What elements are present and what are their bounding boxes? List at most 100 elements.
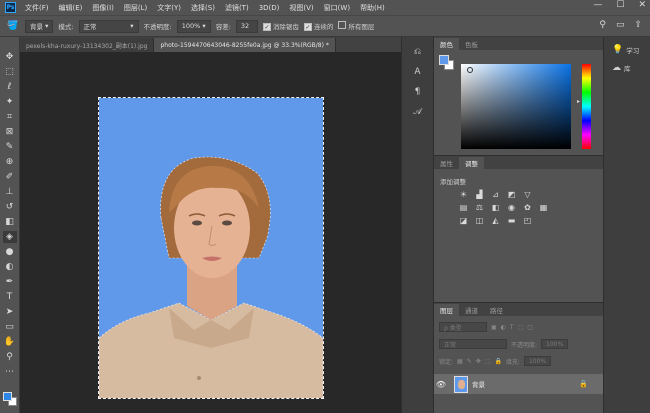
paragraph-panel-icon[interactable]: ¶ bbox=[411, 85, 425, 99]
menu-help[interactable]: 帮助(H) bbox=[355, 3, 390, 13]
frame-tool-icon[interactable]: ⊠ bbox=[3, 126, 17, 138]
menu-3d[interactable]: 3D(D) bbox=[254, 4, 285, 12]
contiguous-checkbox[interactable]: ✓ 连续的 bbox=[303, 21, 333, 32]
foreground-color-mini[interactable] bbox=[439, 55, 449, 65]
layer-opacity-field[interactable]: 100% bbox=[541, 339, 569, 349]
rectangle-tool-icon[interactable]: ▭ bbox=[3, 321, 17, 333]
learn-button[interactable]: 💡 学习 bbox=[604, 37, 650, 55]
color-picker-field[interactable] bbox=[461, 64, 571, 149]
menu-filter[interactable]: 滤镜(T) bbox=[220, 3, 254, 13]
hue-saturation-icon[interactable]: ▤ bbox=[458, 202, 469, 212]
zoom-tool-icon[interactable]: ⚲ bbox=[3, 351, 17, 363]
brush-tool-icon[interactable]: ✐ bbox=[3, 171, 17, 183]
lock-move-icon[interactable]: ✥ bbox=[476, 358, 481, 365]
search-icon[interactable]: ⚲ bbox=[599, 20, 606, 30]
marquee-tool-icon[interactable]: ⬚ bbox=[3, 66, 17, 78]
menu-view[interactable]: 视图(V) bbox=[284, 3, 318, 13]
blur-tool-icon[interactable]: ● bbox=[3, 246, 17, 258]
eye-icon[interactable]: 👁 bbox=[434, 380, 448, 389]
opacity-field[interactable]: 100% ▾ bbox=[176, 19, 211, 33]
hue-slider[interactable] bbox=[582, 64, 591, 149]
magic-wand-icon[interactable]: ✦ bbox=[3, 96, 17, 108]
photo-filter-icon[interactable]: ◉ bbox=[506, 202, 517, 212]
tab-swatches[interactable]: 色板 bbox=[459, 38, 484, 50]
filter-type-icon[interactable]: T bbox=[510, 324, 514, 331]
vibrance-icon[interactable]: ▽ bbox=[522, 189, 533, 199]
selective-color-icon[interactable]: ◰ bbox=[522, 215, 533, 225]
blend-mode-select[interactable]: 正常 bbox=[439, 339, 507, 349]
tolerance-field[interactable]: 32 bbox=[235, 19, 258, 33]
tab-paths[interactable]: 路径 bbox=[484, 304, 509, 316]
menu-file[interactable]: 文件(F) bbox=[20, 3, 54, 13]
curves-icon[interactable]: ⊿ bbox=[490, 189, 501, 199]
pen-tool-icon[interactable]: ✒ bbox=[3, 276, 17, 288]
hand-tool-icon[interactable]: ✋ bbox=[3, 336, 17, 348]
menu-image[interactable]: 图像(I) bbox=[87, 3, 119, 13]
exposure-icon[interactable]: ◩ bbox=[506, 189, 517, 199]
path-select-icon[interactable]: ➤ bbox=[3, 306, 17, 318]
posterize-icon[interactable]: ◫ bbox=[474, 215, 485, 225]
move-tool-icon[interactable]: ✥ bbox=[3, 51, 17, 63]
tab-color[interactable]: 颜色 bbox=[434, 38, 459, 50]
fill-field[interactable]: 100% bbox=[523, 356, 552, 366]
levels-icon[interactable]: ▟ bbox=[474, 189, 485, 199]
history-brush-icon[interactable]: ↺ bbox=[3, 201, 17, 213]
antialias-checkbox[interactable]: ✓ 消除锯齿 bbox=[262, 21, 299, 32]
layer-kind-filter[interactable]: ρ 类型 bbox=[439, 322, 487, 332]
color-balance-icon[interactable]: ⚖ bbox=[474, 202, 485, 212]
healing-brush-icon[interactable]: ⊕ bbox=[3, 156, 17, 168]
filter-pixel-icon[interactable]: ▣ bbox=[491, 324, 497, 331]
menu-type[interactable]: 文字(Y) bbox=[152, 3, 186, 13]
glyphs-panel-icon[interactable]: 𝒜 bbox=[411, 105, 425, 119]
filter-shape-icon[interactable]: ⬚ bbox=[518, 324, 524, 331]
menu-select[interactable]: 选择(S) bbox=[186, 3, 220, 13]
filter-smart-icon[interactable]: ▢ bbox=[527, 324, 533, 331]
menu-edit[interactable]: 编辑(E) bbox=[54, 3, 88, 13]
layer-name[interactable]: 背景 bbox=[472, 379, 485, 389]
tab-adjustments[interactable]: 调整 bbox=[459, 157, 484, 169]
character-panel-icon[interactable]: A bbox=[411, 65, 425, 79]
lasso-tool-icon[interactable]: ℓ bbox=[3, 81, 17, 93]
more-tools-icon[interactable]: ⋯ bbox=[3, 366, 17, 378]
paint-bucket-icon[interactable]: 🪣 bbox=[6, 20, 20, 32]
minimize-button[interactable]: — bbox=[593, 0, 602, 10]
tab-channels[interactable]: 通道 bbox=[459, 304, 484, 316]
threshold-icon[interactable]: ◭ bbox=[490, 215, 501, 225]
maximize-button[interactable]: ☐ bbox=[616, 0, 624, 10]
close-button[interactable]: ✕ bbox=[638, 0, 646, 10]
share-icon[interactable]: ⇪ bbox=[634, 20, 642, 30]
color-picker-cursor[interactable] bbox=[467, 67, 473, 73]
type-tool-icon[interactable]: T bbox=[3, 291, 17, 303]
lock-artboard-icon[interactable]: ⬚ bbox=[485, 358, 491, 365]
menu-layer[interactable]: 图层(L) bbox=[119, 3, 152, 13]
sample-select[interactable]: 背景 ▾ bbox=[25, 19, 54, 33]
mode-select[interactable]: 正常 ▾ bbox=[78, 19, 139, 33]
invert-icon[interactable]: ◪ bbox=[458, 215, 469, 225]
lock-brush-icon[interactable]: ✎ bbox=[467, 358, 472, 365]
paint-bucket-tool-icon[interactable]: ◈ bbox=[2, 231, 17, 243]
gradient-map-icon[interactable]: ▬ bbox=[506, 215, 517, 225]
libraries-button[interactable]: ☁ 库 bbox=[604, 55, 650, 73]
layer-row[interactable]: 👁 背景 🔒 bbox=[434, 374, 604, 394]
document-tab-active[interactable]: photo-1594470643046-8255fe0a.jpg @ 33.3%… bbox=[154, 38, 336, 52]
filter-adjust-icon[interactable]: ◐ bbox=[501, 324, 506, 331]
workspace-icon[interactable]: ▭ bbox=[616, 20, 625, 30]
channel-mixer-icon[interactable]: ✿ bbox=[522, 202, 533, 212]
tab-properties[interactable]: 属性 bbox=[434, 157, 459, 169]
dodge-tool-icon[interactable]: ◐ bbox=[3, 261, 17, 273]
black-white-icon[interactable]: ◧ bbox=[490, 202, 501, 212]
crop-tool-icon[interactable]: ⌗ bbox=[3, 111, 17, 123]
lock-all-icon[interactable]: 🔒 bbox=[494, 358, 501, 365]
tab-layers[interactable]: 图层 bbox=[434, 304, 459, 316]
all-layers-checkbox[interactable]: 所有图层 bbox=[338, 21, 374, 31]
document-image[interactable] bbox=[98, 97, 324, 399]
eyedropper-icon[interactable]: ✎ bbox=[3, 141, 17, 153]
color-lookup-icon[interactable]: ▦ bbox=[538, 202, 549, 212]
document-tab[interactable]: pexels-kha-ruxury-13134302_副本(1).jpg bbox=[20, 38, 155, 52]
brightness-icon[interactable]: ☀ bbox=[458, 189, 469, 199]
lock-pixels-icon[interactable]: ▦ bbox=[457, 358, 463, 365]
history-panel-icon[interactable]: ⎌ bbox=[411, 45, 425, 59]
clone-stamp-icon[interactable]: ⊥ bbox=[3, 186, 17, 198]
canvas-area[interactable] bbox=[20, 52, 401, 413]
eraser-icon[interactable]: ◧ bbox=[3, 216, 17, 228]
